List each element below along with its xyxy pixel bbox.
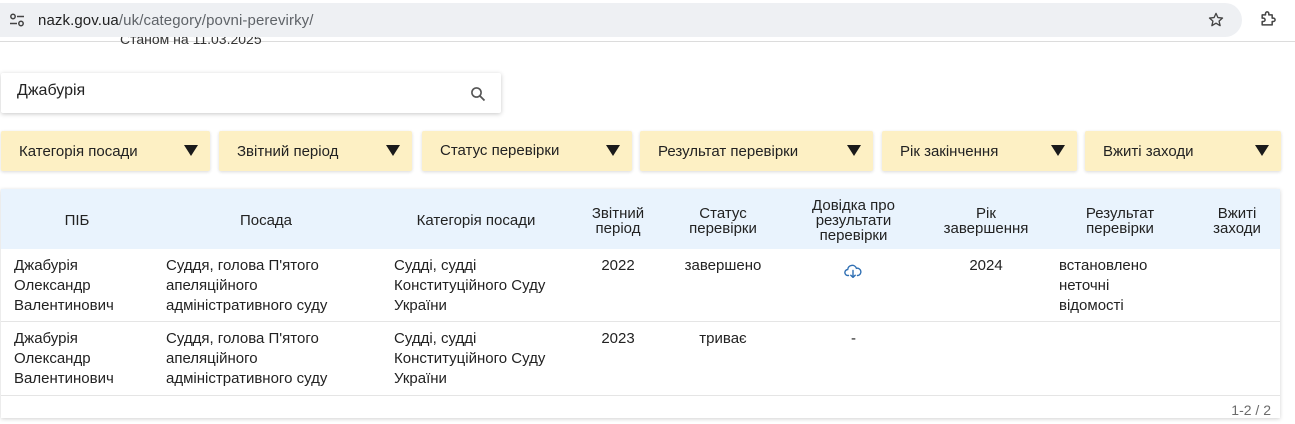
header-line: результати bbox=[815, 212, 892, 229]
column-header-pib[interactable]: ПІБ bbox=[41, 213, 113, 228]
filter-check-result[interactable]: Результат перевірки bbox=[640, 131, 873, 171]
filter-position-category[interactable]: Категорія посади bbox=[1, 131, 210, 171]
download-cloud-icon[interactable] bbox=[844, 264, 862, 278]
filter-reporting-period[interactable]: Звітний період bbox=[219, 131, 412, 171]
cell-period: 2023 bbox=[601, 330, 635, 347]
cell-result: встановлено неточні відомості bbox=[1059, 256, 1147, 316]
column-header-result[interactable]: Результат перевірки bbox=[1069, 206, 1171, 236]
filter-label: Результат перевірки bbox=[658, 143, 799, 160]
table-row: Джабурія Олександр Валентинович Суддя, г… bbox=[1, 249, 1280, 322]
cell-status: триває bbox=[699, 330, 747, 347]
dropdown-arrow-icon bbox=[1255, 145, 1269, 156]
cell-line: апеляційного bbox=[166, 277, 258, 294]
cell-line: Джабурія bbox=[14, 330, 78, 347]
cell-category: Судді, судді Конституційного Суду Україн… bbox=[394, 329, 545, 389]
cell-line: Суддя, голова П'ятого bbox=[166, 330, 319, 347]
header-line: Вжиті bbox=[1217, 205, 1257, 222]
header-line: Довідка про bbox=[812, 197, 895, 214]
column-header-position[interactable]: Посада bbox=[191, 213, 341, 228]
cell-line: Валентинович bbox=[14, 297, 114, 314]
cell-pib: Джабурія Олександр Валентинович bbox=[14, 256, 114, 316]
cell-line: Валентинович bbox=[14, 370, 114, 387]
filter-check-status[interactable]: Статус перевірки bbox=[422, 131, 632, 171]
header-line: Звітний bbox=[591, 205, 645, 222]
header-line: період bbox=[595, 220, 641, 237]
pagination-info: 1-2 / 2 bbox=[1231, 402, 1271, 418]
cell-line: адміністративного суду bbox=[166, 370, 328, 387]
search-icon[interactable] bbox=[470, 86, 486, 102]
browser-toolbar: nazk.gov.ua/uk/category/povni-perevirky/ bbox=[0, 0, 1295, 42]
header-line: заходи bbox=[1213, 220, 1261, 237]
dropdown-arrow-icon bbox=[606, 145, 620, 156]
filter-label: Звітний період bbox=[237, 143, 339, 160]
column-header-category[interactable]: Категорія посади bbox=[386, 213, 566, 228]
url-path: /uk/category/povni-perevirky/ bbox=[118, 12, 314, 29]
header-line: перевірки bbox=[819, 227, 888, 244]
header-line: Рік bbox=[976, 205, 996, 222]
cell-line: відомості bbox=[1059, 297, 1124, 314]
filter-label: Вжиті заходи bbox=[1103, 143, 1194, 160]
column-header-status[interactable]: Статус перевірки bbox=[673, 206, 773, 236]
search-box[interactable] bbox=[1, 73, 501, 113]
url-host: nazk.gov.ua bbox=[38, 12, 119, 29]
site-settings-icon[interactable] bbox=[9, 12, 25, 28]
header-line: Статус bbox=[699, 205, 747, 222]
dropdown-arrow-icon bbox=[847, 145, 861, 156]
cell-line: встановлено bbox=[1059, 257, 1148, 274]
column-header-report[interactable]: Довідка про результати перевірки bbox=[796, 198, 911, 243]
cell-line: Конституційного Суду bbox=[394, 277, 546, 294]
filter-end-year[interactable]: Рік закінчення bbox=[882, 131, 1077, 171]
cell-line: Судді, судді bbox=[394, 330, 477, 347]
header-line: завершення bbox=[943, 220, 1029, 237]
header-line: перевірки bbox=[689, 220, 757, 237]
cell-line: Джабурія bbox=[14, 257, 78, 274]
column-header-year[interactable]: Рік завершення bbox=[931, 206, 1041, 236]
cell-line: Конституційного Суду bbox=[394, 350, 546, 367]
header-line: перевірки bbox=[1086, 220, 1154, 237]
cell-position: Суддя, голова П'ятого апеляційного адмін… bbox=[166, 329, 327, 389]
cell-line: України bbox=[394, 370, 447, 387]
results-table: ПІБ Посада Категорія посади Звітний пері… bbox=[1, 189, 1280, 418]
header-line: Результат bbox=[1085, 205, 1155, 222]
cell-status: завершено bbox=[684, 257, 762, 274]
search-input[interactable] bbox=[17, 82, 447, 100]
filter-measures-taken[interactable]: Вжиті заходи bbox=[1085, 131, 1281, 171]
address-bar[interactable]: nazk.gov.ua/uk/category/povni-perevirky/ bbox=[0, 3, 1242, 37]
extensions-puzzle-icon[interactable] bbox=[1258, 9, 1278, 29]
cell-line: апеляційного bbox=[166, 350, 258, 367]
column-header-period[interactable]: Звітний період bbox=[573, 206, 663, 236]
table-row: Джабурія Олександр Валентинович Суддя, г… bbox=[1, 323, 1280, 396]
filter-label: Статус перевірки bbox=[440, 142, 560, 159]
cell-position: Суддя, голова П'ятого апеляційного адмін… bbox=[166, 256, 327, 316]
cell-line: Судді, судді bbox=[394, 257, 477, 274]
cell-pib: Джабурія Олександр Валентинович bbox=[14, 329, 114, 389]
filter-label: Категорія посади bbox=[19, 143, 138, 160]
bookmark-star-icon[interactable] bbox=[1207, 11, 1225, 29]
column-header-measures[interactable]: Вжиті заходи bbox=[1201, 206, 1273, 236]
cell-category: Судді, судді Конституційного Суду Україн… bbox=[394, 256, 545, 316]
cell-report: - bbox=[851, 330, 856, 347]
dropdown-arrow-icon bbox=[386, 145, 400, 156]
cell-line: Олександр bbox=[14, 277, 91, 294]
cell-line: Суддя, голова П'ятого bbox=[166, 257, 319, 274]
dropdown-arrow-icon bbox=[184, 145, 198, 156]
cell-period: 2022 bbox=[601, 257, 635, 274]
cell-line: України bbox=[394, 297, 447, 314]
cell-year: 2024 bbox=[969, 257, 1003, 274]
cell-line: адміністративного суду bbox=[166, 297, 328, 314]
dropdown-arrow-icon bbox=[1051, 145, 1065, 156]
cell-line: Олександр bbox=[14, 350, 91, 367]
cell-line: неточні bbox=[1059, 277, 1110, 294]
filter-label: Рік закінчення bbox=[900, 143, 999, 160]
url-text[interactable]: nazk.gov.ua/uk/category/povni-perevirky/ bbox=[38, 12, 314, 29]
table-header: ПІБ Посада Категорія посади Звітний пері… bbox=[1, 189, 1280, 249]
